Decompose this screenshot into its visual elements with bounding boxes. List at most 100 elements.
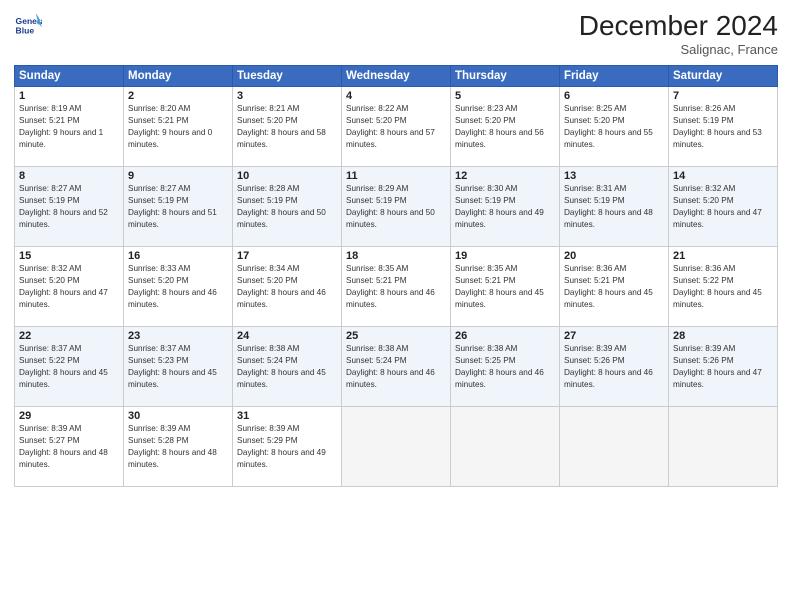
calendar-day-cell: 1Sunrise: 8:19 AMSunset: 5:21 PMDaylight… [15,87,124,167]
day-number: 9 [128,170,228,182]
day-info: Sunrise: 8:33 AMSunset: 5:20 PMDaylight:… [128,263,228,311]
header: General Blue December 2024 Salignac, Fra… [14,10,778,57]
day-info: Sunrise: 8:38 AMSunset: 5:25 PMDaylight:… [455,343,555,391]
calendar-day-cell: 20Sunrise: 8:36 AMSunset: 5:21 PMDayligh… [560,247,669,327]
day-info: Sunrise: 8:28 AMSunset: 5:19 PMDaylight:… [237,183,337,231]
day-info: Sunrise: 8:26 AMSunset: 5:19 PMDaylight:… [673,103,773,151]
calendar-day-cell: 8Sunrise: 8:27 AMSunset: 5:19 PMDaylight… [15,167,124,247]
calendar-day-cell: 12Sunrise: 8:30 AMSunset: 5:19 PMDayligh… [451,167,560,247]
day-number: 6 [564,90,664,102]
calendar-day-cell: 14Sunrise: 8:32 AMSunset: 5:20 PMDayligh… [669,167,778,247]
day-number: 25 [346,330,446,342]
calendar-day-cell: 2Sunrise: 8:20 AMSunset: 5:21 PMDaylight… [124,87,233,167]
day-number: 3 [237,90,337,102]
day-info: Sunrise: 8:29 AMSunset: 5:19 PMDaylight:… [346,183,446,231]
day-info: Sunrise: 8:32 AMSunset: 5:20 PMDaylight:… [673,183,773,231]
calendar-day-cell: 28Sunrise: 8:39 AMSunset: 5:26 PMDayligh… [669,327,778,407]
day-number: 23 [128,330,228,342]
calendar-day-cell: 25Sunrise: 8:38 AMSunset: 5:24 PMDayligh… [342,327,451,407]
day-info: Sunrise: 8:39 AMSunset: 5:27 PMDaylight:… [19,423,119,471]
day-info: Sunrise: 8:37 AMSunset: 5:23 PMDaylight:… [128,343,228,391]
day-info: Sunrise: 8:27 AMSunset: 5:19 PMDaylight:… [128,183,228,231]
calendar-day-cell: 6Sunrise: 8:25 AMSunset: 5:20 PMDaylight… [560,87,669,167]
calendar-week-row: 22Sunrise: 8:37 AMSunset: 5:22 PMDayligh… [15,327,778,407]
calendar-day-cell: 21Sunrise: 8:36 AMSunset: 5:22 PMDayligh… [669,247,778,327]
calendar-day-cell: 11Sunrise: 8:29 AMSunset: 5:19 PMDayligh… [342,167,451,247]
day-number: 19 [455,250,555,262]
day-number: 10 [237,170,337,182]
day-info: Sunrise: 8:31 AMSunset: 5:19 PMDaylight:… [564,183,664,231]
logo: General Blue [14,10,42,38]
day-info: Sunrise: 8:39 AMSunset: 5:26 PMDaylight:… [673,343,773,391]
day-info: Sunrise: 8:32 AMSunset: 5:20 PMDaylight:… [19,263,119,311]
day-info: Sunrise: 8:38 AMSunset: 5:24 PMDaylight:… [346,343,446,391]
day-number: 17 [237,250,337,262]
day-info: Sunrise: 8:19 AMSunset: 5:21 PMDaylight:… [19,103,119,151]
calendar-day-cell: 27Sunrise: 8:39 AMSunset: 5:26 PMDayligh… [560,327,669,407]
calendar-body: 1Sunrise: 8:19 AMSunset: 5:21 PMDaylight… [15,87,778,487]
day-number: 26 [455,330,555,342]
day-number: 30 [128,410,228,422]
calendar-week-row: 15Sunrise: 8:32 AMSunset: 5:20 PMDayligh… [15,247,778,327]
weekday-header-cell: Thursday [451,66,560,87]
day-info: Sunrise: 8:39 AMSunset: 5:28 PMDaylight:… [128,423,228,471]
day-number: 5 [455,90,555,102]
calendar-day-cell: 9Sunrise: 8:27 AMSunset: 5:19 PMDaylight… [124,167,233,247]
weekday-header-cell: Sunday [15,66,124,87]
location: Salignac, France [579,42,778,57]
calendar-day-cell [342,407,451,487]
day-number: 7 [673,90,773,102]
calendar-day-cell [560,407,669,487]
calendar-week-row: 29Sunrise: 8:39 AMSunset: 5:27 PMDayligh… [15,407,778,487]
day-info: Sunrise: 8:35 AMSunset: 5:21 PMDaylight:… [346,263,446,311]
day-number: 11 [346,170,446,182]
day-info: Sunrise: 8:34 AMSunset: 5:20 PMDaylight:… [237,263,337,311]
day-number: 1 [19,90,119,102]
day-number: 18 [346,250,446,262]
day-info: Sunrise: 8:27 AMSunset: 5:19 PMDaylight:… [19,183,119,231]
weekday-header-cell: Monday [124,66,233,87]
calendar-day-cell: 18Sunrise: 8:35 AMSunset: 5:21 PMDayligh… [342,247,451,327]
calendar-day-cell: 31Sunrise: 8:39 AMSunset: 5:29 PMDayligh… [233,407,342,487]
calendar-week-row: 8Sunrise: 8:27 AMSunset: 5:19 PMDaylight… [15,167,778,247]
day-number: 8 [19,170,119,182]
day-number: 21 [673,250,773,262]
calendar-day-cell: 13Sunrise: 8:31 AMSunset: 5:19 PMDayligh… [560,167,669,247]
calendar-day-cell [451,407,560,487]
day-info: Sunrise: 8:36 AMSunset: 5:21 PMDaylight:… [564,263,664,311]
day-number: 22 [19,330,119,342]
calendar-day-cell: 7Sunrise: 8:26 AMSunset: 5:19 PMDaylight… [669,87,778,167]
day-number: 24 [237,330,337,342]
calendar-day-cell: 24Sunrise: 8:38 AMSunset: 5:24 PMDayligh… [233,327,342,407]
day-info: Sunrise: 8:39 AMSunset: 5:29 PMDaylight:… [237,423,337,471]
month-title: December 2024 [579,10,778,42]
day-info: Sunrise: 8:23 AMSunset: 5:20 PMDaylight:… [455,103,555,151]
calendar-day-cell: 10Sunrise: 8:28 AMSunset: 5:19 PMDayligh… [233,167,342,247]
calendar-day-cell: 5Sunrise: 8:23 AMSunset: 5:20 PMDaylight… [451,87,560,167]
day-info: Sunrise: 8:35 AMSunset: 5:21 PMDaylight:… [455,263,555,311]
weekday-header-cell: Saturday [669,66,778,87]
calendar-day-cell: 19Sunrise: 8:35 AMSunset: 5:21 PMDayligh… [451,247,560,327]
day-number: 31 [237,410,337,422]
day-number: 14 [673,170,773,182]
day-number: 20 [564,250,664,262]
day-number: 29 [19,410,119,422]
day-number: 15 [19,250,119,262]
day-number: 2 [128,90,228,102]
svg-text:Blue: Blue [16,25,35,35]
calendar-container: General Blue December 2024 Salignac, Fra… [0,0,792,612]
calendar-day-cell: 4Sunrise: 8:22 AMSunset: 5:20 PMDaylight… [342,87,451,167]
day-number: 13 [564,170,664,182]
day-number: 27 [564,330,664,342]
day-number: 4 [346,90,446,102]
calendar-table: SundayMondayTuesdayWednesdayThursdayFrid… [14,65,778,487]
day-info: Sunrise: 8:21 AMSunset: 5:20 PMDaylight:… [237,103,337,151]
calendar-day-cell: 22Sunrise: 8:37 AMSunset: 5:22 PMDayligh… [15,327,124,407]
day-info: Sunrise: 8:37 AMSunset: 5:22 PMDaylight:… [19,343,119,391]
day-info: Sunrise: 8:36 AMSunset: 5:22 PMDaylight:… [673,263,773,311]
day-info: Sunrise: 8:25 AMSunset: 5:20 PMDaylight:… [564,103,664,151]
calendar-day-cell: 3Sunrise: 8:21 AMSunset: 5:20 PMDaylight… [233,87,342,167]
calendar-day-cell: 15Sunrise: 8:32 AMSunset: 5:20 PMDayligh… [15,247,124,327]
day-info: Sunrise: 8:22 AMSunset: 5:20 PMDaylight:… [346,103,446,151]
day-number: 12 [455,170,555,182]
